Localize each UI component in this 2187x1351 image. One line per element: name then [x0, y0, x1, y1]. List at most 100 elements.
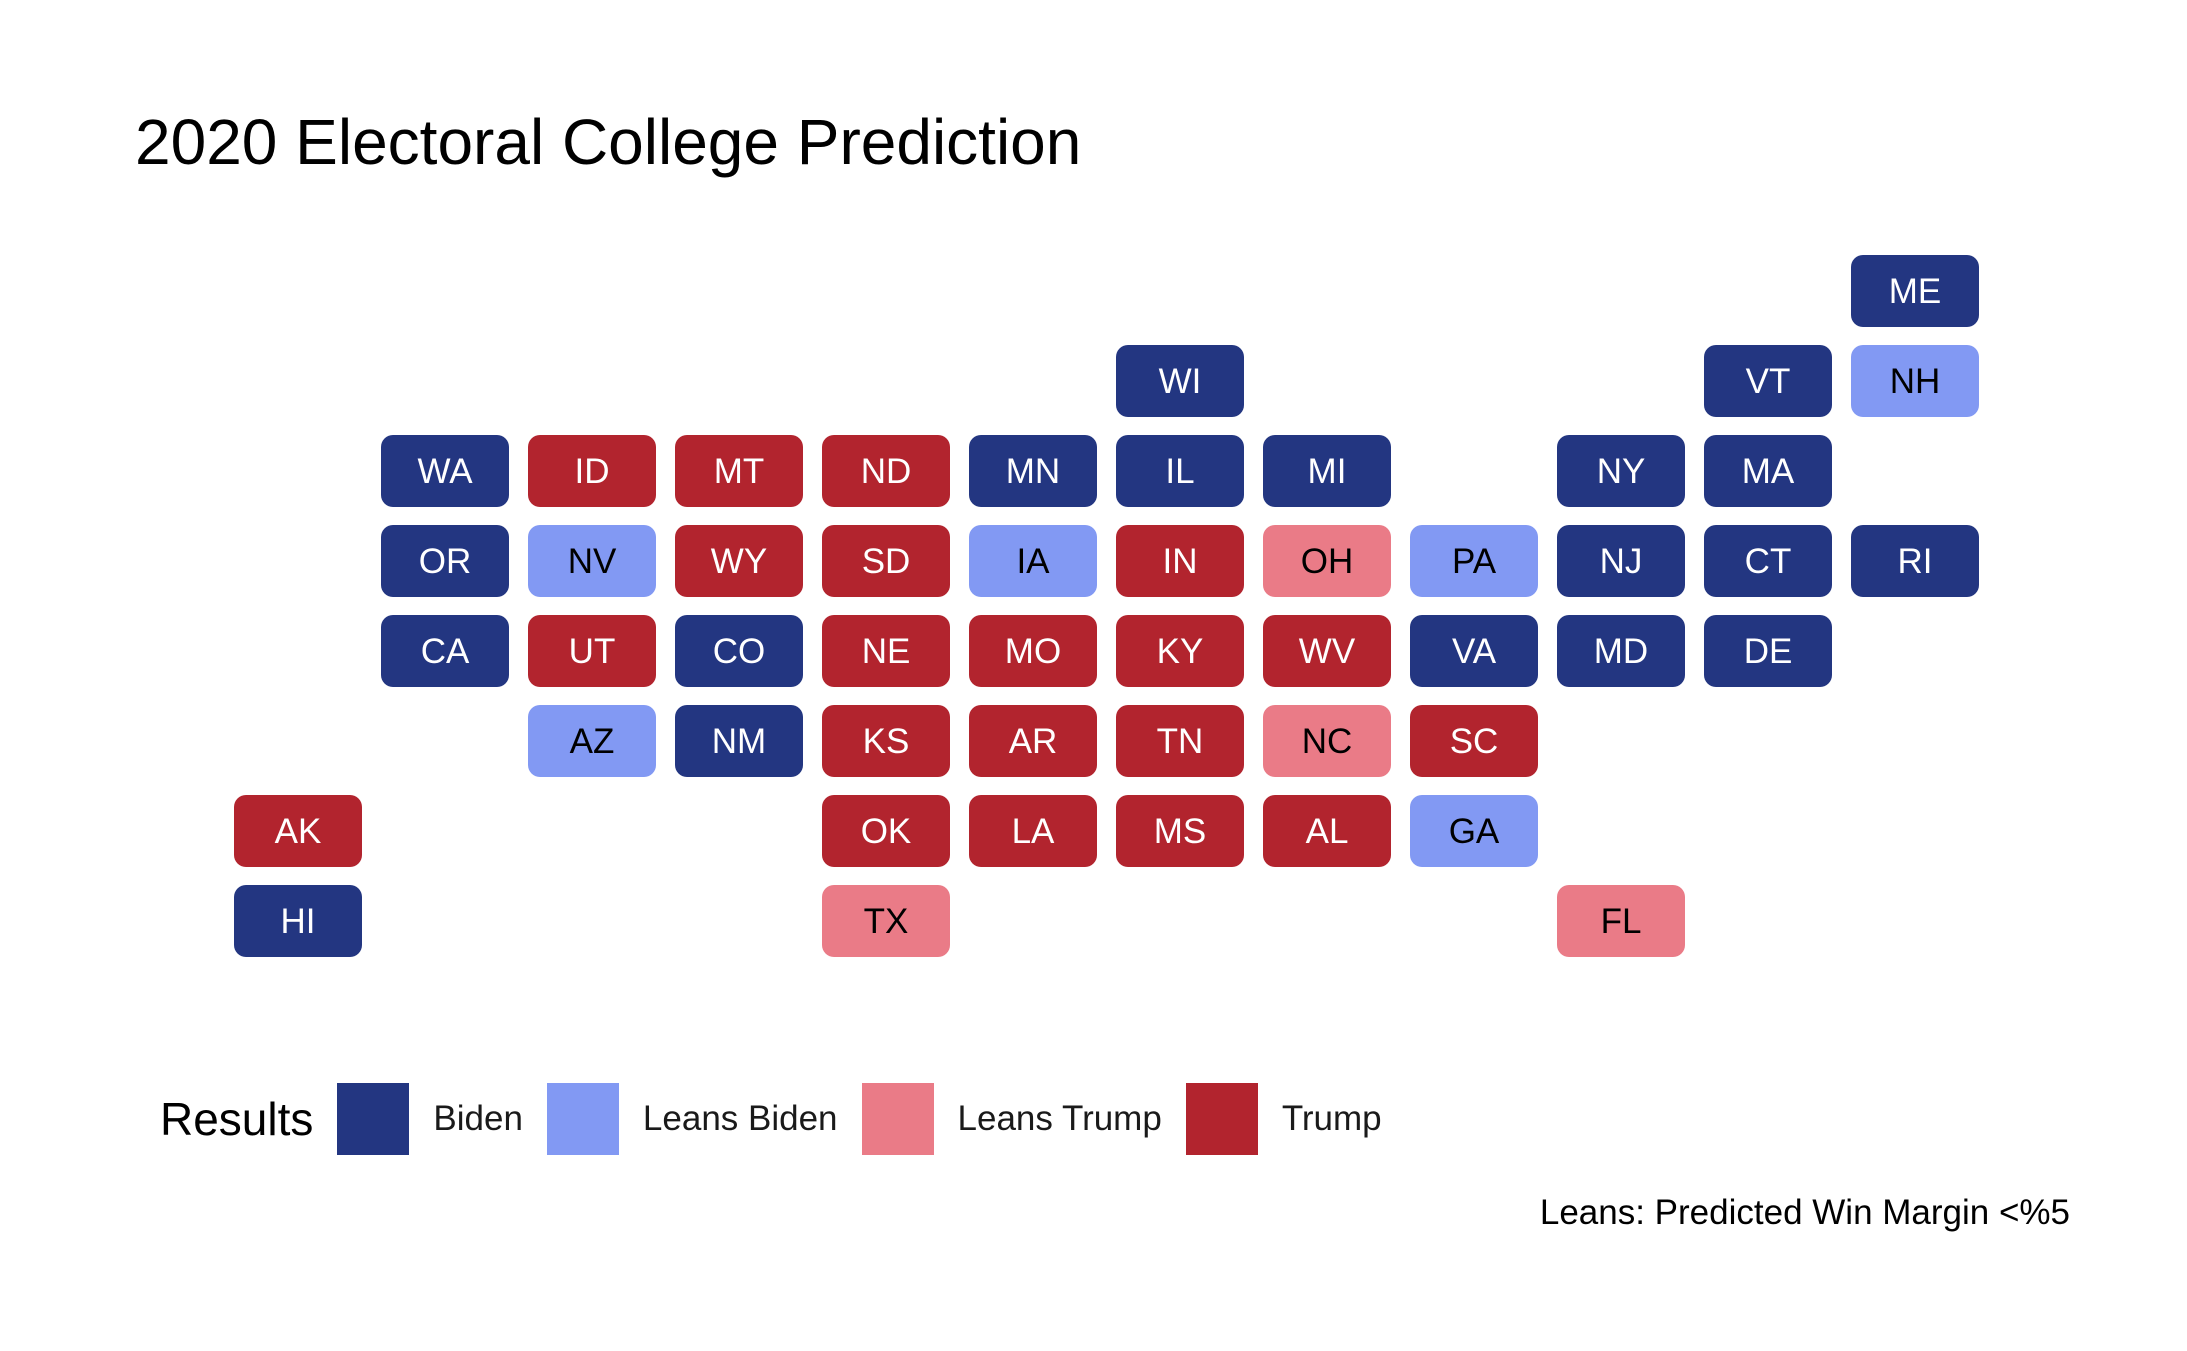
legend-label-biden: Biden	[433, 1099, 523, 1138]
state-tile-oh: OH	[1263, 525, 1391, 597]
state-tile-ms: MS	[1116, 795, 1244, 867]
state-tile-mt: MT	[675, 435, 803, 507]
state-label: NY	[1596, 451, 1646, 491]
state-tile-vt: VT	[1704, 345, 1832, 417]
state-tile-nd: ND	[822, 435, 950, 507]
state-label: MD	[1593, 631, 1649, 671]
legend-item-trump: Trump	[1185, 1083, 1382, 1155]
state-label: NE	[861, 631, 911, 671]
state-label: MO	[1004, 631, 1062, 671]
state-label: MA	[1741, 451, 1795, 491]
state-tile-il: IL	[1116, 435, 1244, 507]
state-label: MS	[1153, 811, 1207, 851]
state-tile-wy: WY	[675, 525, 803, 597]
state-tile-ok: OK	[822, 795, 950, 867]
state-tile-nj: NJ	[1557, 525, 1685, 597]
state-tile-mo: MO	[969, 615, 1097, 687]
state-label: MI	[1307, 451, 1347, 491]
state-label: TX	[863, 901, 909, 941]
state-label: CT	[1744, 541, 1792, 581]
state-tile-in: IN	[1116, 525, 1244, 597]
state-label: OH	[1300, 541, 1354, 581]
legend-swatch-trump	[1185, 1083, 1258, 1155]
state-label: CA	[420, 631, 470, 671]
state-tile-va: VA	[1410, 615, 1538, 687]
state-label: AR	[1008, 721, 1058, 761]
state-tile-sd: SD	[822, 525, 950, 597]
legend-swatch-biden	[337, 1083, 410, 1155]
state-tile-wa: WA	[381, 435, 509, 507]
state-tile-ak: AK	[234, 795, 362, 867]
state-label: VT	[1745, 361, 1791, 401]
state-tile-nc: NC	[1263, 705, 1391, 777]
state-label: WY	[710, 541, 768, 581]
caption: Leans: Predicted Win Margin <%5	[1539, 1193, 2070, 1232]
state-label: AK	[274, 811, 322, 851]
state-label: KS	[862, 721, 910, 761]
state-tile-ri: RI	[1851, 525, 1979, 597]
state-label: DE	[1743, 631, 1793, 671]
state-label: NC	[1301, 721, 1353, 761]
state-label: AZ	[569, 721, 615, 761]
state-tile-mn: MN	[969, 435, 1097, 507]
state-tile-nv: NV	[528, 525, 656, 597]
state-label: IN	[1162, 541, 1198, 581]
state-tile-ga: GA	[1410, 795, 1538, 867]
state-tile-ne: NE	[822, 615, 950, 687]
state-label: ID	[574, 451, 610, 491]
state-tile-nm: NM	[675, 705, 803, 777]
state-tile-sc: SC	[1410, 705, 1538, 777]
state-tile-ut: UT	[528, 615, 656, 687]
legend-swatch-leans-trump	[861, 1083, 934, 1155]
state-tile-id: ID	[528, 435, 656, 507]
state-label: IL	[1165, 451, 1195, 491]
state-tile-wi: WI	[1116, 345, 1244, 417]
state-label: SD	[861, 541, 911, 581]
legend-label-trump: Trump	[1281, 1099, 1382, 1138]
state-tile-wv: WV	[1263, 615, 1391, 687]
state-label: AL	[1305, 811, 1349, 851]
state-tile-mi: MI	[1263, 435, 1391, 507]
state-tile-ks: KS	[822, 705, 950, 777]
state-label: VA	[1451, 631, 1497, 671]
state-tile-ar: AR	[969, 705, 1097, 777]
state-label: MT	[713, 451, 765, 491]
state-label: RI	[1897, 541, 1933, 581]
legend: Results Biden Leans Biden Leans Trump Tr…	[160, 1083, 1406, 1155]
state-label: NM	[711, 721, 767, 761]
state-tile-ky: KY	[1116, 615, 1244, 687]
state-tile-al: AL	[1263, 795, 1391, 867]
state-label: NJ	[1599, 541, 1643, 581]
legend-title: Results	[160, 1093, 314, 1145]
legend-item-leans-biden: Leans Biden	[546, 1083, 838, 1155]
state-label: NV	[567, 541, 617, 581]
legend-label-leans-trump: Leans Trump	[957, 1099, 1162, 1138]
state-tile-or: OR	[381, 525, 509, 597]
state-tile-co: CO	[675, 615, 803, 687]
legend-label-leans-biden: Leans Biden	[642, 1099, 838, 1138]
state-label: WV	[1298, 631, 1356, 671]
state-label: UT	[568, 631, 616, 671]
state-tile-pa: PA	[1410, 525, 1538, 597]
state-label: GA	[1448, 811, 1500, 851]
state-label: CO	[712, 631, 766, 671]
legend-item-leans-trump: Leans Trump	[861, 1083, 1162, 1155]
state-tile-tn: TN	[1116, 705, 1244, 777]
state-tile-hi: HI	[234, 885, 362, 957]
state-label: NH	[1889, 361, 1941, 401]
state-label: HI	[280, 901, 316, 941]
state-tile-me: ME	[1851, 255, 1979, 327]
state-label: FL	[1600, 901, 1642, 941]
state-label: ME	[1888, 271, 1942, 311]
state-label: LA	[1011, 811, 1055, 851]
state-tile-tx: TX	[822, 885, 950, 957]
state-label: KY	[1156, 631, 1204, 671]
state-tile-md: MD	[1557, 615, 1685, 687]
state-tile-az: AZ	[528, 705, 656, 777]
state-tile-ny: NY	[1557, 435, 1685, 507]
state-label: IA	[1016, 541, 1050, 581]
state-label: TN	[1156, 721, 1204, 761]
state-label: PA	[1451, 541, 1497, 581]
state-label: MN	[1005, 451, 1061, 491]
state-tile-ct: CT	[1704, 525, 1832, 597]
